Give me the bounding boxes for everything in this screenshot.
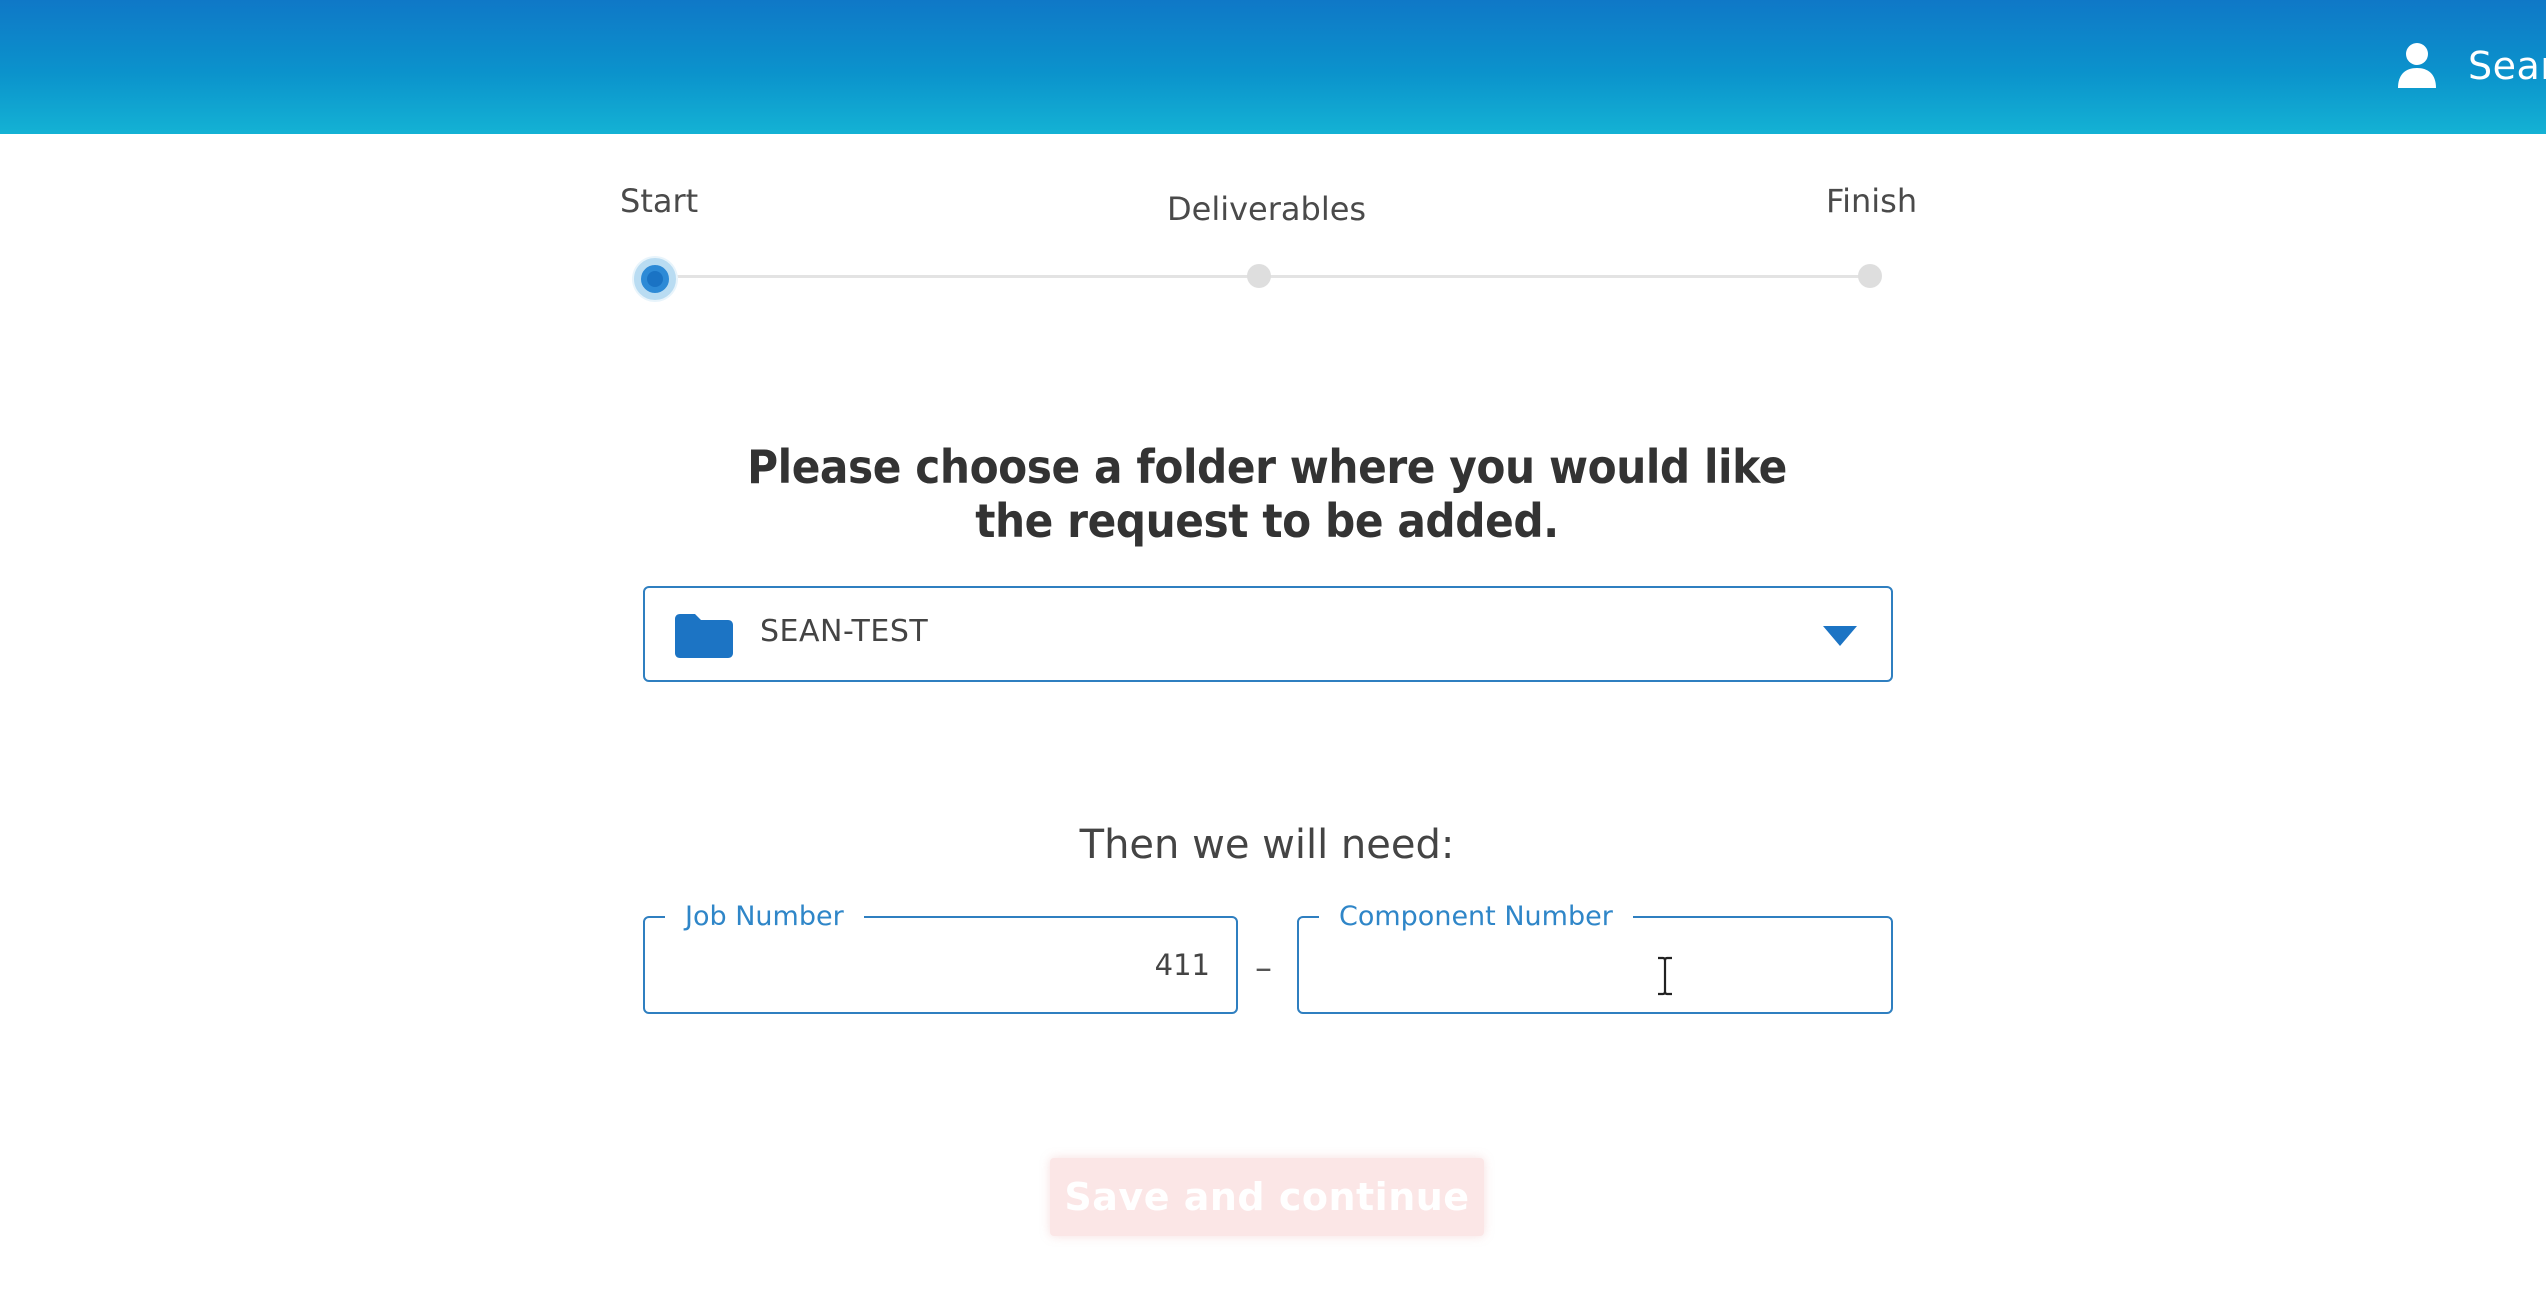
progress-stepper: Start Deliverables Finish xyxy=(0,0,2546,320)
step-label-start: Start xyxy=(620,182,699,220)
step-dot-start xyxy=(634,258,676,300)
component-number-input[interactable] xyxy=(1299,918,1891,1012)
folder-dropdown[interactable]: SEAN-TEST xyxy=(643,586,1893,682)
folder-icon xyxy=(675,614,733,658)
number-separator: – xyxy=(1255,948,1272,988)
folder-prompt-heading: Please choose a folder where you would l… xyxy=(747,440,1787,548)
job-number-fieldset: Job Number xyxy=(643,898,1238,1014)
component-number-fieldset: Component Number xyxy=(1297,898,1893,1014)
step-dot-finish xyxy=(1858,264,1882,288)
step-label-finish: Finish xyxy=(1826,182,1918,220)
folder-selected-value: SEAN-TEST xyxy=(760,614,929,649)
identifiers-intro: Then we will need: xyxy=(1079,822,1455,868)
job-number-input[interactable] xyxy=(645,918,1236,1012)
text-cursor-icon xyxy=(1658,956,1672,996)
step-dot-deliverables xyxy=(1247,264,1271,288)
save-and-continue-button[interactable]: Save and continue xyxy=(1050,1158,1484,1236)
step-label-deliverables: Deliverables xyxy=(1167,190,1367,228)
chevron-down-icon xyxy=(1823,626,1857,646)
